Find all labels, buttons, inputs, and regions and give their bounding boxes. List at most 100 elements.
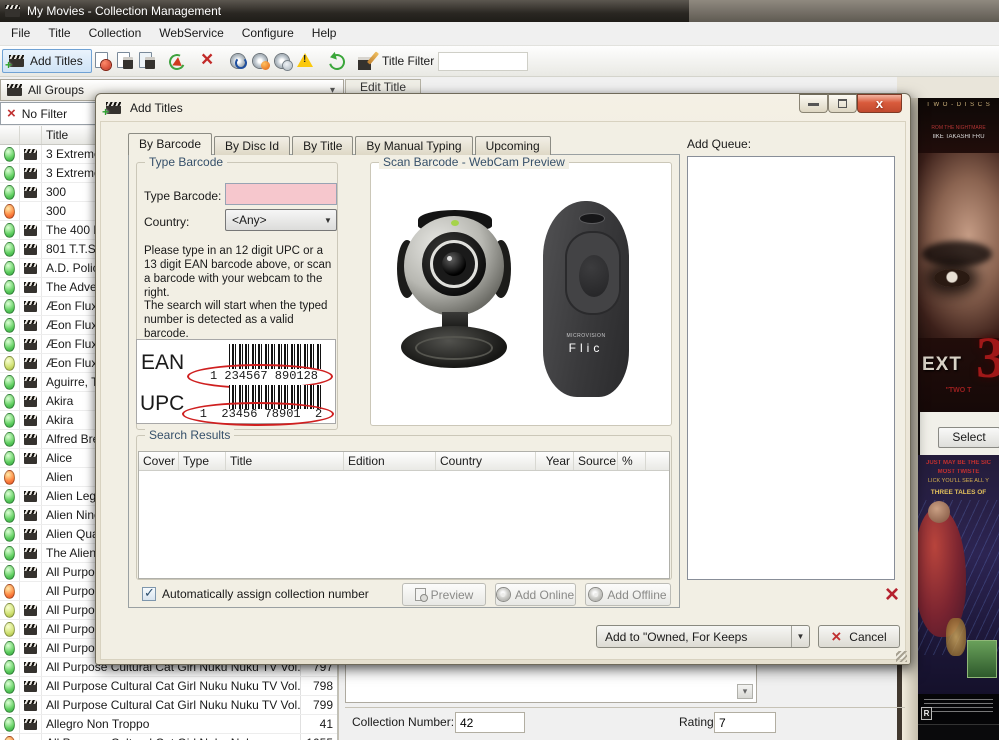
select-button[interactable]: Select [938, 427, 999, 448]
barcode-input[interactable] [225, 183, 337, 205]
toolbar-edit-title-button[interactable] [357, 50, 377, 72]
cover-text: LICK YOU'LL SEE ALL Y [918, 478, 999, 484]
refresh-icon [327, 52, 345, 70]
cover-text: THREE TALES OF [918, 489, 999, 496]
preview-icon [415, 588, 426, 601]
column-country[interactable]: Country [436, 452, 536, 470]
upc-highlight-ellipse [182, 402, 334, 426]
type-column-header[interactable] [20, 126, 42, 144]
play-disc-icon [230, 52, 248, 70]
status-red-icon [4, 584, 15, 599]
webcam-image [391, 208, 521, 398]
title-filter-label: Title Filter [382, 46, 434, 77]
minimize-button[interactable] [799, 94, 828, 113]
dialog-titlebar[interactable]: Add Titles [96, 94, 910, 121]
status-cell [0, 601, 20, 619]
list-item[interactable]: All Purpose Cultural Cat Girl Nuku Nuku … [0, 696, 337, 715]
status-cell [0, 259, 20, 277]
collection-number: 798 [300, 677, 337, 695]
maximize-button[interactable] [828, 94, 857, 113]
search-results-table[interactable]: CoverTypeTitleEditionCountryYearSource% [138, 451, 670, 579]
tab-upcoming[interactable]: Upcoming [475, 136, 551, 155]
add-queue-list[interactable] [687, 156, 895, 580]
country-select[interactable]: <Any> ▼ [225, 209, 337, 231]
status-cell [0, 487, 20, 505]
menu-item-webservice[interactable]: WebService [150, 22, 232, 45]
add-to-collection-button[interactable]: Add to "Owned, For Keeps ▼ [596, 625, 810, 648]
filter-label: No Filter [22, 107, 67, 121]
menu-item-title[interactable]: Title [39, 22, 79, 45]
list-item[interactable]: All Purpose Cultural Cat Girl Nuku Nuku1… [0, 734, 337, 740]
status-cell [0, 506, 20, 524]
cover-text: ROM THE NIGHTMARE [918, 125, 999, 131]
cover-screenshot-art [967, 640, 997, 678]
resize-grip[interactable] [896, 651, 907, 662]
dialog-title: Add Titles [130, 101, 183, 115]
column-title[interactable]: Title [226, 452, 344, 470]
barcode-example-image: EAN 1 234567 890128 UPC 1 23456 78901 2 [136, 339, 336, 424]
cover-quote-text: "TWO T [918, 387, 999, 394]
toolbar-warning-button[interactable] [295, 50, 315, 72]
group-legend: Scan Barcode - WebCam Preview [379, 155, 569, 169]
status-cell [0, 335, 20, 353]
type-cell [20, 506, 42, 524]
add-offline-button[interactable]: Add Offline [585, 583, 671, 606]
menu-item-configure[interactable]: Configure [233, 22, 303, 45]
toolbar-add-title-online-button[interactable] [114, 50, 134, 72]
type-cell [20, 145, 42, 163]
toolbar-add-disc-button[interactable] [92, 50, 112, 72]
column-edition[interactable]: Edition [344, 452, 436, 470]
chevron-down-icon: ▼ [320, 216, 336, 225]
movie-clapper-icon [24, 358, 37, 369]
toolbar-copy-disc-button[interactable] [273, 50, 293, 72]
cancel-button[interactable]: × Cancel [818, 625, 900, 648]
status-cell [0, 411, 20, 429]
window-titlebar[interactable]: My Movies - Collection Management [0, 0, 999, 22]
scanner-window [579, 213, 605, 224]
toolbar-delete-title-button[interactable] [198, 50, 218, 72]
column-source[interactable]: Source [574, 452, 618, 470]
instructions-text: Please type in an 12 digit UPC or a 13 d… [144, 244, 336, 300]
preview-button[interactable]: Preview [402, 583, 486, 606]
toolbar-play-disc-button[interactable] [229, 50, 249, 72]
status-green-icon [4, 242, 15, 257]
chevron-down-icon[interactable]: ▾ [737, 684, 753, 699]
toolbar-convert-button[interactable] [167, 50, 187, 72]
column-cover[interactable]: Cover [139, 452, 179, 470]
menu-item-collection[interactable]: Collection [80, 22, 151, 45]
toolbar-burn-disc-button[interactable] [251, 50, 271, 72]
upc-label: UPC [140, 392, 184, 416]
tab-by-manual-typing[interactable]: By Manual Typing [355, 136, 472, 155]
toolbar-add-title-disc-button[interactable] [136, 50, 156, 72]
webcam-preview-group: Scan Barcode - WebCam Preview [370, 162, 672, 426]
remove-from-queue-button[interactable]: × [880, 584, 904, 608]
status-green-icon [4, 147, 15, 162]
tab-by-disc-id[interactable]: By Disc Id [214, 136, 290, 155]
auto-assign-checkbox[interactable] [142, 587, 156, 601]
list-item[interactable]: Allegro Non Troppo41 [0, 715, 337, 734]
add-online-button[interactable]: Add Online [495, 583, 576, 606]
rating-field[interactable] [714, 712, 776, 733]
add-titles-icon [9, 55, 24, 67]
menu-item-help[interactable]: Help [303, 22, 346, 45]
close-button[interactable]: x [857, 94, 902, 113]
add-titles-button[interactable]: Add Titles [2, 49, 92, 73]
collection-number-field[interactable] [455, 712, 525, 733]
column-year[interactable]: Year [536, 452, 574, 470]
chevron-down-icon[interactable]: ▼ [791, 626, 809, 647]
status-column-header[interactable] [0, 126, 20, 144]
tab-by-barcode[interactable]: By Barcode [128, 133, 212, 155]
tab-by-title[interactable]: By Title [292, 136, 353, 155]
column-percent[interactable]: % [618, 452, 646, 470]
movie-clapper-icon [24, 510, 37, 521]
title-filter-input[interactable] [438, 52, 528, 71]
column-type[interactable]: Type [179, 452, 226, 470]
status-green-icon [4, 185, 15, 200]
list-item[interactable]: All Purpose Cultural Cat Girl Nuku Nuku … [0, 677, 337, 696]
status-green-icon [4, 394, 15, 409]
menu-items: FileTitleCollectionWebServiceConfigureHe… [0, 22, 999, 45]
toolbar-refresh-button[interactable] [326, 50, 346, 72]
status-cell [0, 183, 20, 201]
menu-item-file[interactable]: File [2, 22, 39, 45]
cover-eye-art [934, 269, 970, 287]
